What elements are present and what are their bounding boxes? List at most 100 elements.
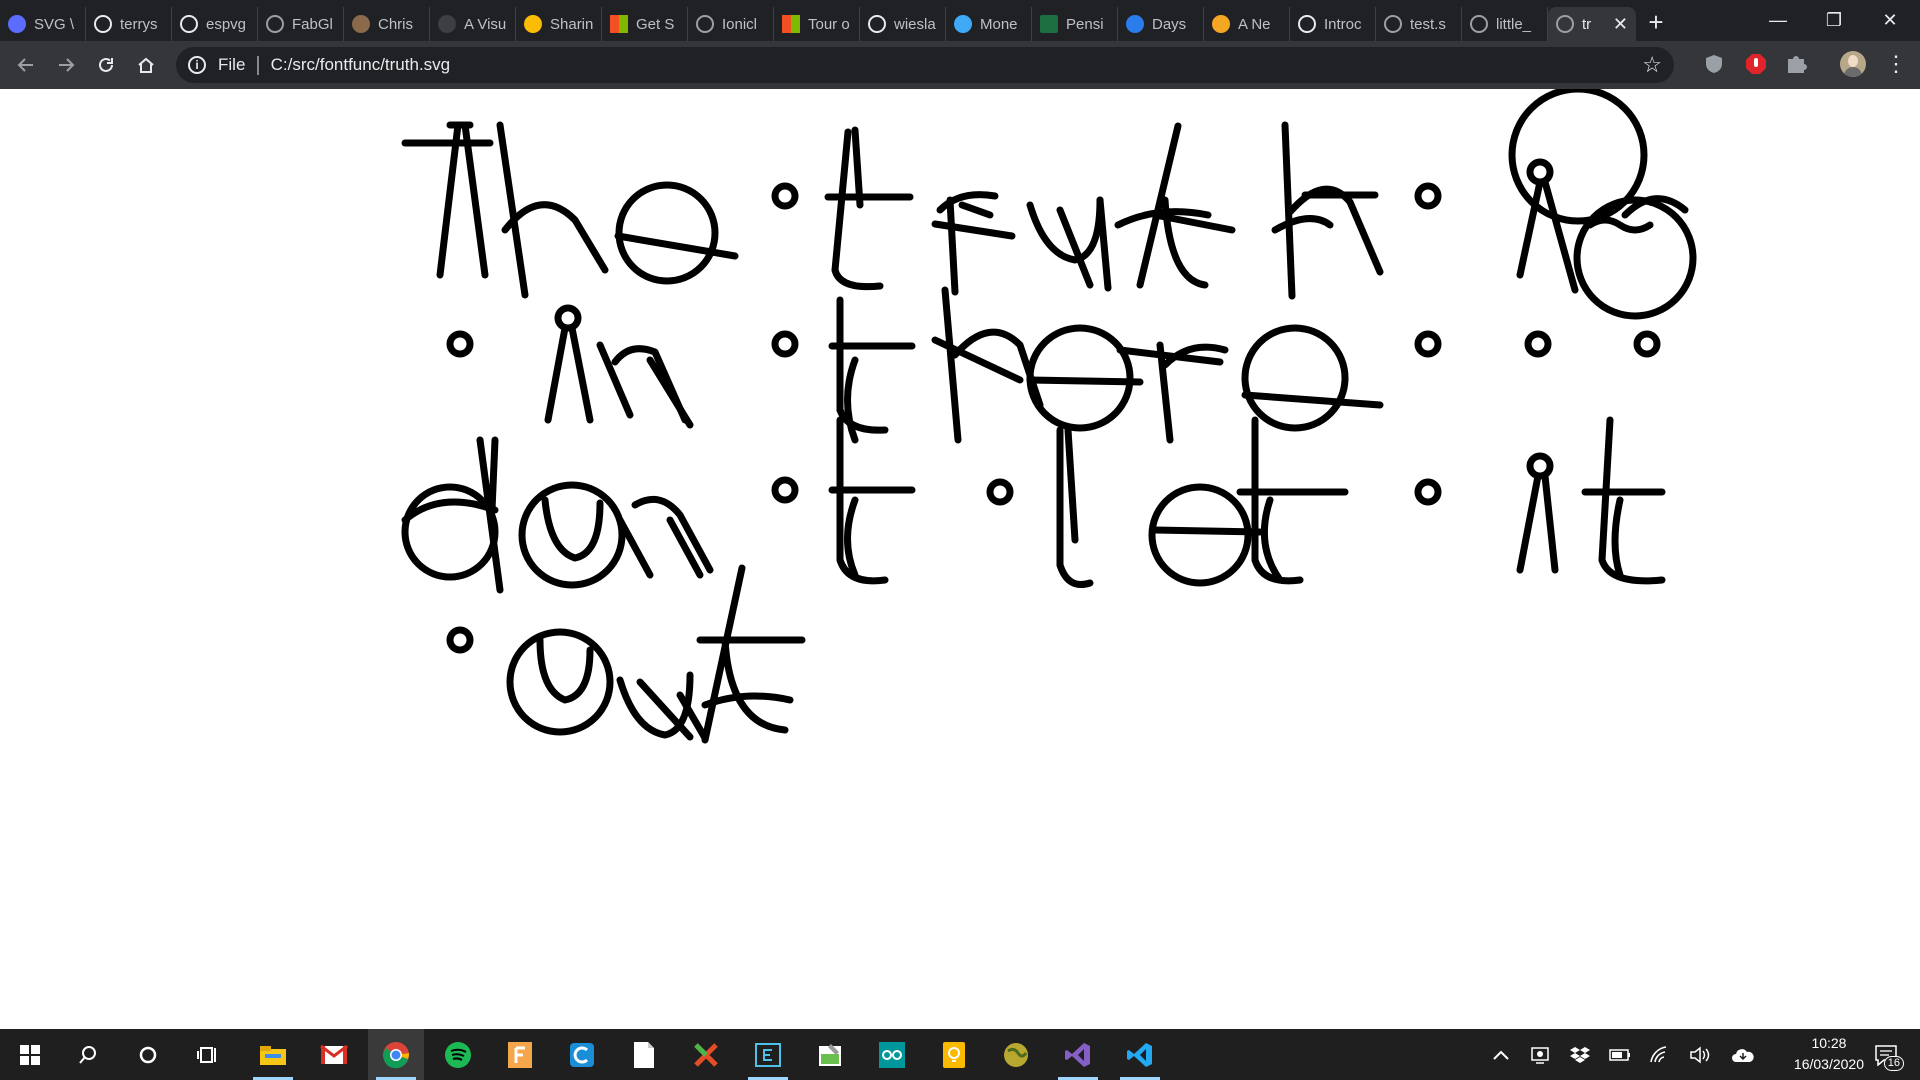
maximize-button[interactable]: ❐: [1806, 0, 1862, 41]
address-bar[interactable]: i File | C:/src/fontfunc/truth.svg ☆: [176, 47, 1674, 83]
vscode-app[interactable]: [1112, 1029, 1168, 1080]
browser-tab-active[interactable]: tr ✕: [1548, 7, 1636, 41]
action-center-button[interactable]: 16: [1866, 1029, 1906, 1080]
notepad-app[interactable]: [616, 1029, 672, 1080]
github-icon: [868, 15, 886, 33]
browser-tab[interactable]: terrys: [86, 7, 172, 41]
reload-button[interactable]: [86, 45, 126, 85]
cortana-button[interactable]: [120, 1029, 176, 1080]
glyph-h3: [931, 286, 1044, 444]
browser-tab[interactable]: Get S: [602, 7, 688, 41]
spotify-icon: [445, 1041, 471, 1068]
word-dot: [771, 330, 799, 358]
back-arrow-icon: [17, 58, 33, 72]
keep-app[interactable]: [926, 1029, 982, 1080]
xming-app[interactable]: [678, 1029, 734, 1080]
close-window-button[interactable]: ✕: [1862, 0, 1918, 41]
adblock-extension-icon[interactable]: [1745, 53, 1767, 75]
browser-tab[interactable]: wiesla: [860, 7, 946, 41]
clock[interactable]: 10:28 16/03/2020: [1794, 1033, 1864, 1075]
home-button[interactable]: [126, 45, 166, 85]
glyph-t7: [696, 564, 806, 744]
onedrive-tray-button[interactable]: [1730, 1029, 1756, 1080]
bookmark-star-icon[interactable]: ☆: [1642, 52, 1662, 78]
browser-tab[interactable]: FabGl: [258, 7, 344, 41]
search-icon: [79, 1045, 96, 1064]
profile-avatar[interactable]: [1840, 51, 1866, 77]
browser-tab[interactable]: test.s: [1376, 7, 1462, 41]
editor-icon: [755, 1042, 781, 1067]
tab-title: Pensi: [1066, 15, 1104, 33]
browser-tab[interactable]: Chris: [344, 7, 430, 41]
chevron-up-icon: [1493, 1050, 1509, 1060]
sun-icon: [1212, 15, 1230, 33]
tab-list: SVG \ terrys espvg FabGl Chris A Visu Sharin Ge…: [0, 0, 1676, 41]
back-button[interactable]: [6, 45, 46, 85]
browser-tab[interactable]: SVG \: [0, 7, 86, 41]
shield-extension-icon[interactable]: [1703, 53, 1725, 75]
glyph-t5: [1236, 416, 1349, 585]
paint-app[interactable]: [802, 1029, 858, 1080]
fusion-app[interactable]: [492, 1029, 548, 1080]
browser-menu-icon[interactable]: ⋮: [1885, 51, 1907, 77]
chrome-app[interactable]: [368, 1029, 424, 1080]
battery-tray-button[interactable]: [1608, 1029, 1632, 1080]
browser-tab[interactable]: Sharin: [516, 7, 602, 41]
glyph-t2: [1114, 122, 1236, 289]
search-button[interactable]: [60, 1029, 116, 1080]
browser-tab[interactable]: Introc: [1290, 7, 1376, 41]
spotify-app[interactable]: [430, 1029, 486, 1080]
browser-tab[interactable]: Ionicl: [688, 7, 774, 41]
paint-icon: [819, 1043, 841, 1066]
forward-button[interactable]: [46, 45, 86, 85]
site-info-icon[interactable]: i: [188, 56, 206, 74]
browser-tab[interactable]: little_: [1462, 7, 1548, 41]
arduino-app[interactable]: [864, 1029, 920, 1080]
word-dot: [771, 476, 799, 504]
globe-icon: [696, 15, 714, 33]
security-tray-icon: [1531, 1046, 1549, 1064]
browser-tab[interactable]: Mone: [946, 7, 1032, 41]
volume-tray-button[interactable]: [1688, 1029, 1712, 1080]
editor-app[interactable]: [740, 1029, 796, 1080]
new-tab-button[interactable]: +: [1636, 7, 1676, 38]
excel-icon: [1040, 15, 1058, 33]
browser-tab[interactable]: Pensi: [1032, 7, 1118, 41]
windows-taskbar: 10:28 16/03/2020 16: [0, 1029, 1920, 1080]
start-button[interactable]: [2, 1029, 58, 1080]
tab-title: espvg: [206, 15, 247, 33]
visual-studio-app[interactable]: [1050, 1029, 1106, 1080]
word-dot: [446, 330, 474, 358]
browser-tab[interactable]: Days: [1118, 7, 1204, 41]
avatar-shoulders: [1844, 67, 1862, 77]
tab-title: wiesla: [894, 15, 936, 33]
task-view-button[interactable]: [180, 1029, 236, 1080]
close-tab-icon[interactable]: ✕: [1613, 14, 1628, 35]
wifi-tray-button[interactable]: [1648, 1029, 1672, 1080]
browser-tab[interactable]: A Visu: [430, 7, 516, 41]
puzzle-extension-icon[interactable]: [1785, 53, 1807, 75]
browser-tab[interactable]: Tour o: [774, 7, 860, 41]
show-hidden-icons-button[interactable]: [1490, 1029, 1512, 1080]
glyph-h: [496, 121, 609, 299]
ccleaner-app[interactable]: [554, 1029, 610, 1080]
dropbox-tray-button[interactable]: [1568, 1029, 1592, 1080]
url-text[interactable]: C:/src/fontfunc/truth.svg: [271, 55, 451, 75]
gmail-app[interactable]: [306, 1029, 362, 1080]
clock-date: 16/03/2020: [1793, 1056, 1864, 1072]
tab-title: Mone: [980, 15, 1018, 33]
xming-icon: [694, 1042, 718, 1067]
globe-icon: [1470, 15, 1488, 33]
word-dot: [1414, 478, 1442, 506]
minimize-button[interactable]: —: [1750, 0, 1806, 41]
volume-icon: [1690, 1045, 1710, 1064]
file-explorer-app[interactable]: [245, 1029, 301, 1080]
reload-icon: [99, 57, 113, 72]
browser-tab[interactable]: A Ne: [1204, 7, 1290, 41]
globe-app[interactable]: [988, 1029, 1044, 1080]
browser-tab[interactable]: espvg: [172, 7, 258, 41]
battery-icon: [1609, 1048, 1630, 1061]
tab-title: A Ne: [1238, 15, 1271, 33]
glyph-u2: [616, 671, 709, 742]
security-tray-button[interactable]: [1528, 1029, 1552, 1080]
